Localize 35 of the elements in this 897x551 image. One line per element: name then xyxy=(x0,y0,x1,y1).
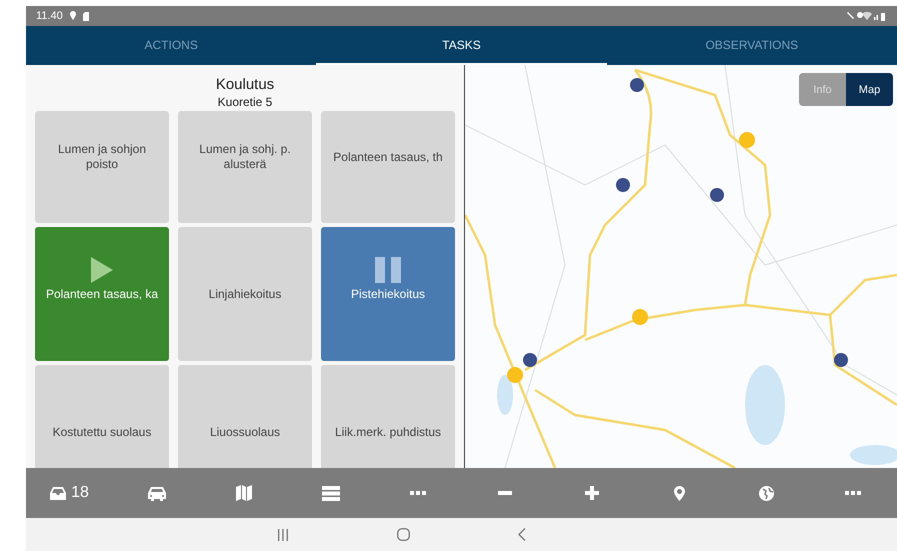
back-icon[interactable] xyxy=(518,528,526,541)
list-icon xyxy=(322,486,340,500)
plus-icon xyxy=(585,486,600,500)
view-toggle-button[interactable]: Map xyxy=(846,73,893,106)
status-time: 11.40 xyxy=(36,10,63,22)
task-address: Kuoretie 5 xyxy=(216,95,274,109)
home-icon[interactable] xyxy=(397,528,410,541)
more-icon xyxy=(845,491,862,495)
task-tile[interactable]: Liik.merk. puhdistus xyxy=(321,365,455,468)
task-tile[interactable]: Pistehiekoitus xyxy=(321,227,455,361)
recent-apps-icon[interactable] xyxy=(277,528,289,540)
inbox-icon xyxy=(50,486,66,500)
location-icon xyxy=(68,11,77,21)
globe-icon xyxy=(758,486,774,500)
inbox-button[interactable]: 18 xyxy=(26,468,114,518)
pin-icon xyxy=(674,486,685,500)
task-tile[interactable]: Lumen ja sohj. p. alusterä xyxy=(178,111,312,223)
task-tile[interactable]: Polanteen tasaus, th xyxy=(321,111,455,223)
minus-icon xyxy=(498,491,512,495)
task-title: Koulutus xyxy=(214,76,276,93)
play-icon xyxy=(91,257,113,283)
task-tile[interactable]: Polanteen tasaus, ka xyxy=(35,227,169,361)
map-view[interactable]: Info Map xyxy=(465,65,897,468)
sd-card-icon xyxy=(82,12,89,20)
pause-icon xyxy=(375,257,401,283)
task-tile[interactable]: Linjahiekoitus xyxy=(178,227,312,361)
status-icons xyxy=(847,11,887,21)
task-tile[interactable]: Liuossuolaus xyxy=(178,365,312,468)
task-tile[interactable]: Lumen ja sohjon poisto xyxy=(35,111,169,223)
more-icon xyxy=(410,491,426,495)
task-tile[interactable]: Kostutettu suolaus xyxy=(35,365,169,468)
car-icon xyxy=(146,486,167,500)
map-icon xyxy=(236,485,252,501)
tab[interactable]: ACTIONS xyxy=(26,26,316,65)
tab[interactable]: OBSERVATIONS xyxy=(606,26,897,65)
